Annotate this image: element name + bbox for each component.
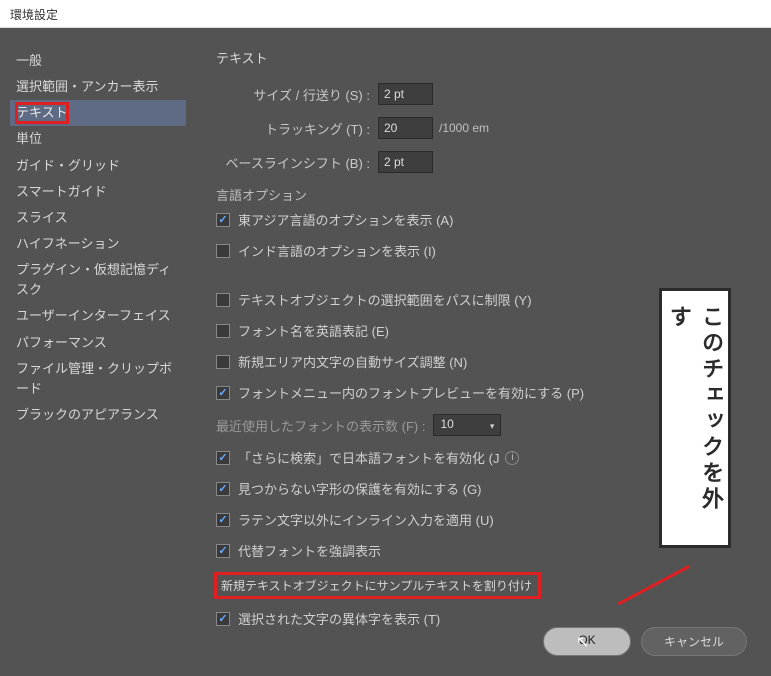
checkbox-glyph-protect[interactable] [216,482,230,496]
checkbox-east-asian[interactable] [216,213,230,227]
label-east-asian: 東アジア言語のオプションを表示 (A) [238,210,453,229]
language-options-heading: 言語オプション [216,185,751,204]
sidebar-item-selection[interactable]: 選択範囲・アンカー表示 [10,74,186,100]
sidebar-item-general[interactable]: 一般 [10,48,186,74]
size-leading-input[interactable] [378,83,433,105]
baseline-input[interactable] [378,151,433,173]
ok-button[interactable]: OK ↖ [543,627,631,656]
highlight-sample-text-option: 新規テキストオブジェクトにサンプルテキストを割り付け [214,572,541,599]
label-sample-text: 新規テキストオブジェクトにサンプルテキストを割り付け [221,577,532,594]
label-show-variants: 選択された文字の異体字を表示 (T) [238,609,440,628]
info-icon[interactable]: i [505,451,519,465]
checkbox-show-variants[interactable] [216,612,230,626]
checkbox-indic[interactable] [216,244,230,258]
checkbox-auto-size[interactable] [216,355,230,369]
sidebar-item-hyphenation[interactable]: ハイフネーション [10,231,186,257]
recent-fonts-select[interactable]: 10 ▾ [433,414,501,436]
checkbox-english-fontname[interactable] [216,324,230,338]
sidebar-item-guides[interactable]: ガイド・グリッド [10,153,186,179]
label-substitute-font: 代替フォントを強調表示 [238,541,381,560]
sidebar-item-plugins[interactable]: プラグイン・仮想記憶ディスク [10,257,186,303]
label-indic: インド言語のオプションを表示 (I) [238,241,436,260]
chevron-down-icon: ▾ [490,421,495,432]
label-inline-input: ラテン文字以外にインライン入力を適用 (U) [238,510,494,529]
section-heading: テキスト [216,48,751,67]
sidebar-item-text[interactable]: テキスト [10,100,186,126]
sidebar-item-performance[interactable]: パフォーマンス [10,330,186,356]
cancel-button[interactable]: キャンセル [641,627,747,656]
sidebar-item-ui[interactable]: ユーザーインターフェイス [10,303,186,329]
annotation-callout: このチェックを外す [659,288,731,548]
tracking-label: トラッキング (T) : [210,119,370,138]
window-title: 環境設定 [0,0,771,28]
sidebar: 一般 選択範囲・アンカー表示 テキスト 単位 ガイド・グリッド スマートガイド … [10,48,190,666]
sidebar-item-units[interactable]: 単位 [10,126,186,152]
annotation-arrow [618,565,690,605]
checkbox-more-search[interactable] [216,451,230,465]
checkbox-limit-selection[interactable] [216,293,230,307]
sidebar-item-slices[interactable]: スライス [10,205,186,231]
checkbox-inline-input[interactable] [216,513,230,527]
baseline-label: ベースラインシフト (B) : [210,153,370,172]
sidebar-item-smartguides[interactable]: スマートガイド [10,179,186,205]
label-english-fontname: フォント名を英語表記 (E) [238,321,389,340]
checkbox-font-preview[interactable] [216,386,230,400]
highlight-text-category: テキスト [16,103,68,123]
tracking-unit: /1000 em [439,121,489,135]
size-leading-label: サイズ / 行送り (S) : [210,85,370,104]
label-auto-size: 新規エリア内文字の自動サイズ調整 (N) [238,352,467,371]
label-glyph-protect: 見つからない字形の保護を有効にする (G) [238,479,482,498]
checkbox-substitute-font[interactable] [216,544,230,558]
tracking-input[interactable] [378,117,433,139]
label-font-preview: フォントメニュー内のフォントプレビューを有効にする (P) [238,383,584,402]
sidebar-item-black[interactable]: ブラックのアピアランス [10,402,186,428]
main-panel: テキスト サイズ / 行送り (S) : トラッキング (T) : /1000 … [190,48,761,666]
label-more-search: 「さらに検索」で日本語フォントを有効化 (J [238,448,499,467]
sidebar-item-file[interactable]: ファイル管理・クリップボード [10,356,186,402]
label-limit-selection: テキストオブジェクトの選択範囲をパスに制限 (Y) [238,290,532,309]
recent-fonts-label: 最近使用したフォントの表示数 (F) : [216,416,425,435]
